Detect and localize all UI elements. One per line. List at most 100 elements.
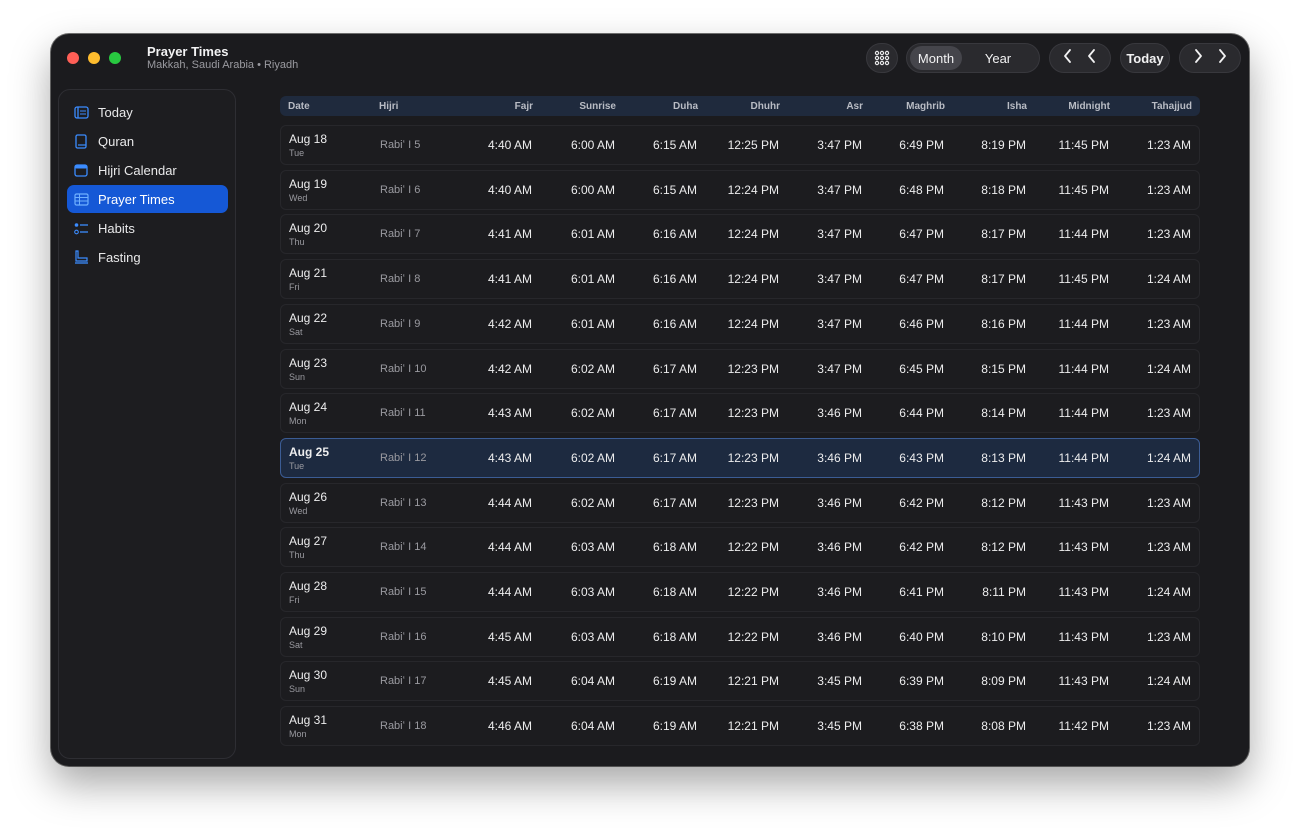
date-cell: Aug 25 Tue xyxy=(289,445,329,471)
view-segmented-control: Month Year xyxy=(906,43,1040,73)
date-label: Aug 20 xyxy=(289,221,328,236)
dhuhr-time-cell: 12:23 PM xyxy=(727,450,779,465)
fajr-time-cell: 4:44 AM xyxy=(487,495,532,510)
column-header-tahajjud: Tahajjud xyxy=(1151,101,1192,112)
tahajjud-time-cell: 1:23 AM xyxy=(1146,719,1191,734)
duha-time-cell: 6:17 AM xyxy=(652,450,697,465)
date-cell: Aug 26 Wed xyxy=(289,490,327,516)
fajr-time-cell: 4:45 AM xyxy=(487,629,532,644)
asr-time-cell: 3:46 PM xyxy=(817,629,862,644)
weekday-label: Mon xyxy=(289,416,307,427)
dhuhr-time-cell: 12:22 PM xyxy=(727,629,779,644)
asr-time-cell: 3:46 PM xyxy=(817,450,862,465)
hijri-date-cell: Rabiʻ I 10 xyxy=(380,362,427,375)
table-row[interactable]: Aug 29 Sat Rabiʻ I 16 4:45 AM 6:03 AM 6:18 AM… xyxy=(280,616,1200,657)
next-year-chevron-icon[interactable] xyxy=(1216,48,1228,68)
duha-time-cell: 6:18 AM xyxy=(652,585,697,599)
zoom-window-button[interactable] xyxy=(109,52,121,64)
date-label: Aug 22 xyxy=(289,310,328,325)
column-header-asr: Asr xyxy=(846,101,863,112)
date-cell: Aug 24 Mon xyxy=(289,400,327,426)
sidebar-item-label: Prayer Times xyxy=(98,191,175,207)
sidebar-item-fasting[interactable]: Fasting xyxy=(67,243,228,271)
asr-time-cell: 3:47 PM xyxy=(817,272,862,287)
sidebar-item-habits[interactable]: Habits xyxy=(67,214,228,242)
sidebar-item-quran[interactable]: Quran xyxy=(67,127,228,155)
hijri-date-cell: Rabiʻ I 12 xyxy=(380,451,427,464)
table-row[interactable]: Aug 18 Tue Rabiʻ I 5 4:40 AM 6:00 AM 6:15 AM 1… xyxy=(280,125,1200,165)
today-button[interactable]: Today xyxy=(1120,43,1170,73)
weekday-label: Sun xyxy=(289,684,306,695)
table-row[interactable]: Aug 23 Sun Rabiʻ I 10 4:42 AM 6:02 AM 6:17 AM… xyxy=(280,348,1200,389)
date-cell: Aug 31 Mon xyxy=(289,713,327,739)
sidebar-item-today[interactable]: Today xyxy=(67,98,228,126)
fajr-time-cell: 4:43 AM xyxy=(487,406,532,421)
table-row[interactable]: Aug 24 Mon Rabiʻ I 11 4:43 AM 6:02 AM 6:17 AM… xyxy=(280,393,1200,434)
sunrise-time-cell: 6:00 AM xyxy=(570,182,615,197)
sunrise-time-cell: 6:02 AM xyxy=(570,495,615,510)
segment-year[interactable]: Year xyxy=(970,46,1026,70)
previous-month-chevron-icon[interactable] xyxy=(1086,48,1098,68)
midnight-time-cell: 11:43 PM xyxy=(1058,629,1109,644)
tahajjud-time-cell: 1:23 AM xyxy=(1146,182,1191,197)
table-row[interactable]: Aug 21 Fri Rabiʻ I 8 4:41 AM 6:01 AM 6:16 AM 1… xyxy=(280,259,1200,300)
dhuhr-time-cell: 12:21 PM xyxy=(727,674,779,689)
dhuhr-time-cell: 12:24 PM xyxy=(727,316,779,331)
maghrib-time-cell: 6:47 PM xyxy=(899,227,944,242)
next-month-chevron-icon[interactable] xyxy=(1192,48,1204,68)
grid-icon xyxy=(874,50,890,66)
tahajjud-time-cell: 1:24 AM xyxy=(1146,450,1191,465)
duha-time-cell: 6:19 AM xyxy=(652,719,697,734)
table-row-today[interactable]: Aug 25 Tue Rabiʻ I 12 4:43 AM 6:02 AM 6:17 AM… xyxy=(280,437,1200,478)
dhuhr-time-cell: 12:22 PM xyxy=(727,585,779,599)
table-row[interactable]: Aug 27 Thu Rabiʻ I 14 4:44 AM 6:03 AM 6:18 AM… xyxy=(280,527,1200,568)
date-label: Aug 19 xyxy=(289,176,328,191)
close-window-button[interactable] xyxy=(67,52,79,64)
maghrib-time-cell: 6:45 PM xyxy=(899,361,944,376)
maghrib-time-cell: 6:48 PM xyxy=(899,182,944,197)
list-icon xyxy=(73,220,89,236)
date-label: Aug 30 xyxy=(289,668,328,683)
column-header-hijri: Hijri xyxy=(379,101,399,112)
tahajjud-time-cell: 1:24 AM xyxy=(1146,361,1191,376)
duha-time-cell: 6:18 AM xyxy=(652,540,697,555)
sidebar-item-hijri-calendar[interactable]: Hijri Calendar xyxy=(67,156,228,184)
maghrib-time-cell: 6:41 PM xyxy=(899,585,944,599)
sidebar-item-label: Habits xyxy=(98,220,135,236)
hijri-date-cell: Rabiʻ I 7 xyxy=(380,228,421,241)
previous-year-chevron-icon[interactable] xyxy=(1062,48,1074,68)
table-row[interactable]: Aug 22 Sat Rabiʻ I 9 4:42 AM 6:01 AM 6:16 AM 1… xyxy=(280,303,1200,344)
asr-time-cell: 3:47 PM xyxy=(817,182,862,197)
fasting-icon xyxy=(73,249,89,265)
maghrib-time-cell: 6:39 PM xyxy=(899,674,944,689)
hijri-date-cell: Rabiʻ I 6 xyxy=(380,183,421,196)
table-row[interactable]: Aug 20 Thu Rabiʻ I 7 4:41 AM 6:01 AM 6:16 AM 1… xyxy=(280,214,1200,255)
dhuhr-time-cell: 12:24 PM xyxy=(727,272,779,287)
hijri-date-cell: Rabiʻ I 11 xyxy=(380,407,426,420)
date-label: Aug 31 xyxy=(289,713,328,728)
sunrise-time-cell: 6:01 AM xyxy=(570,272,615,287)
grid-view-button[interactable] xyxy=(866,43,898,73)
book-icon xyxy=(73,133,89,149)
table-row[interactable]: Aug 28 Fri Rabiʻ I 15 4:44 AM 6:03 AM 6:18 AM… xyxy=(280,572,1200,612)
duha-time-cell: 6:16 AM xyxy=(652,227,697,242)
sidebar-item-prayer-times[interactable]: Prayer Times xyxy=(67,185,228,213)
asr-time-cell: 3:46 PM xyxy=(817,540,862,555)
segment-month[interactable]: Month xyxy=(910,46,962,70)
sunrise-time-cell: 6:02 AM xyxy=(570,450,615,465)
table-row[interactable]: Aug 31 Mon Rabiʻ I 18 4:46 AM 6:04 AM 6:19 AM… xyxy=(280,706,1200,747)
asr-time-cell: 3:47 PM xyxy=(817,316,862,331)
midnight-time-cell: 11:44 PM xyxy=(1058,450,1109,465)
table-row[interactable]: Aug 26 Wed Rabiʻ I 13 4:44 AM 6:02 AM 6:17 AM… xyxy=(280,482,1200,523)
sidebar: Today Quran Hijri Calendar Prayer Times … xyxy=(58,89,236,759)
maghrib-time-cell: 6:42 PM xyxy=(899,540,944,555)
sunrise-time-cell: 6:01 AM xyxy=(570,227,615,242)
isha-time-cell: 8:08 PM xyxy=(981,719,1026,734)
table-row[interactable]: Aug 30 Sun Rabiʻ I 17 4:45 AM 6:04 AM 6:19 AM… xyxy=(280,661,1200,702)
dhuhr-time-cell: 12:25 PM xyxy=(727,138,779,152)
calendar-icon xyxy=(73,162,89,178)
minimize-window-button[interactable] xyxy=(88,52,100,64)
dhuhr-time-cell: 12:23 PM xyxy=(727,495,779,510)
date-label: Aug 28 xyxy=(289,579,328,593)
table-row[interactable]: Aug 19 Wed Rabiʻ I 6 4:40 AM 6:00 AM 6:15 AM 1… xyxy=(280,169,1200,210)
